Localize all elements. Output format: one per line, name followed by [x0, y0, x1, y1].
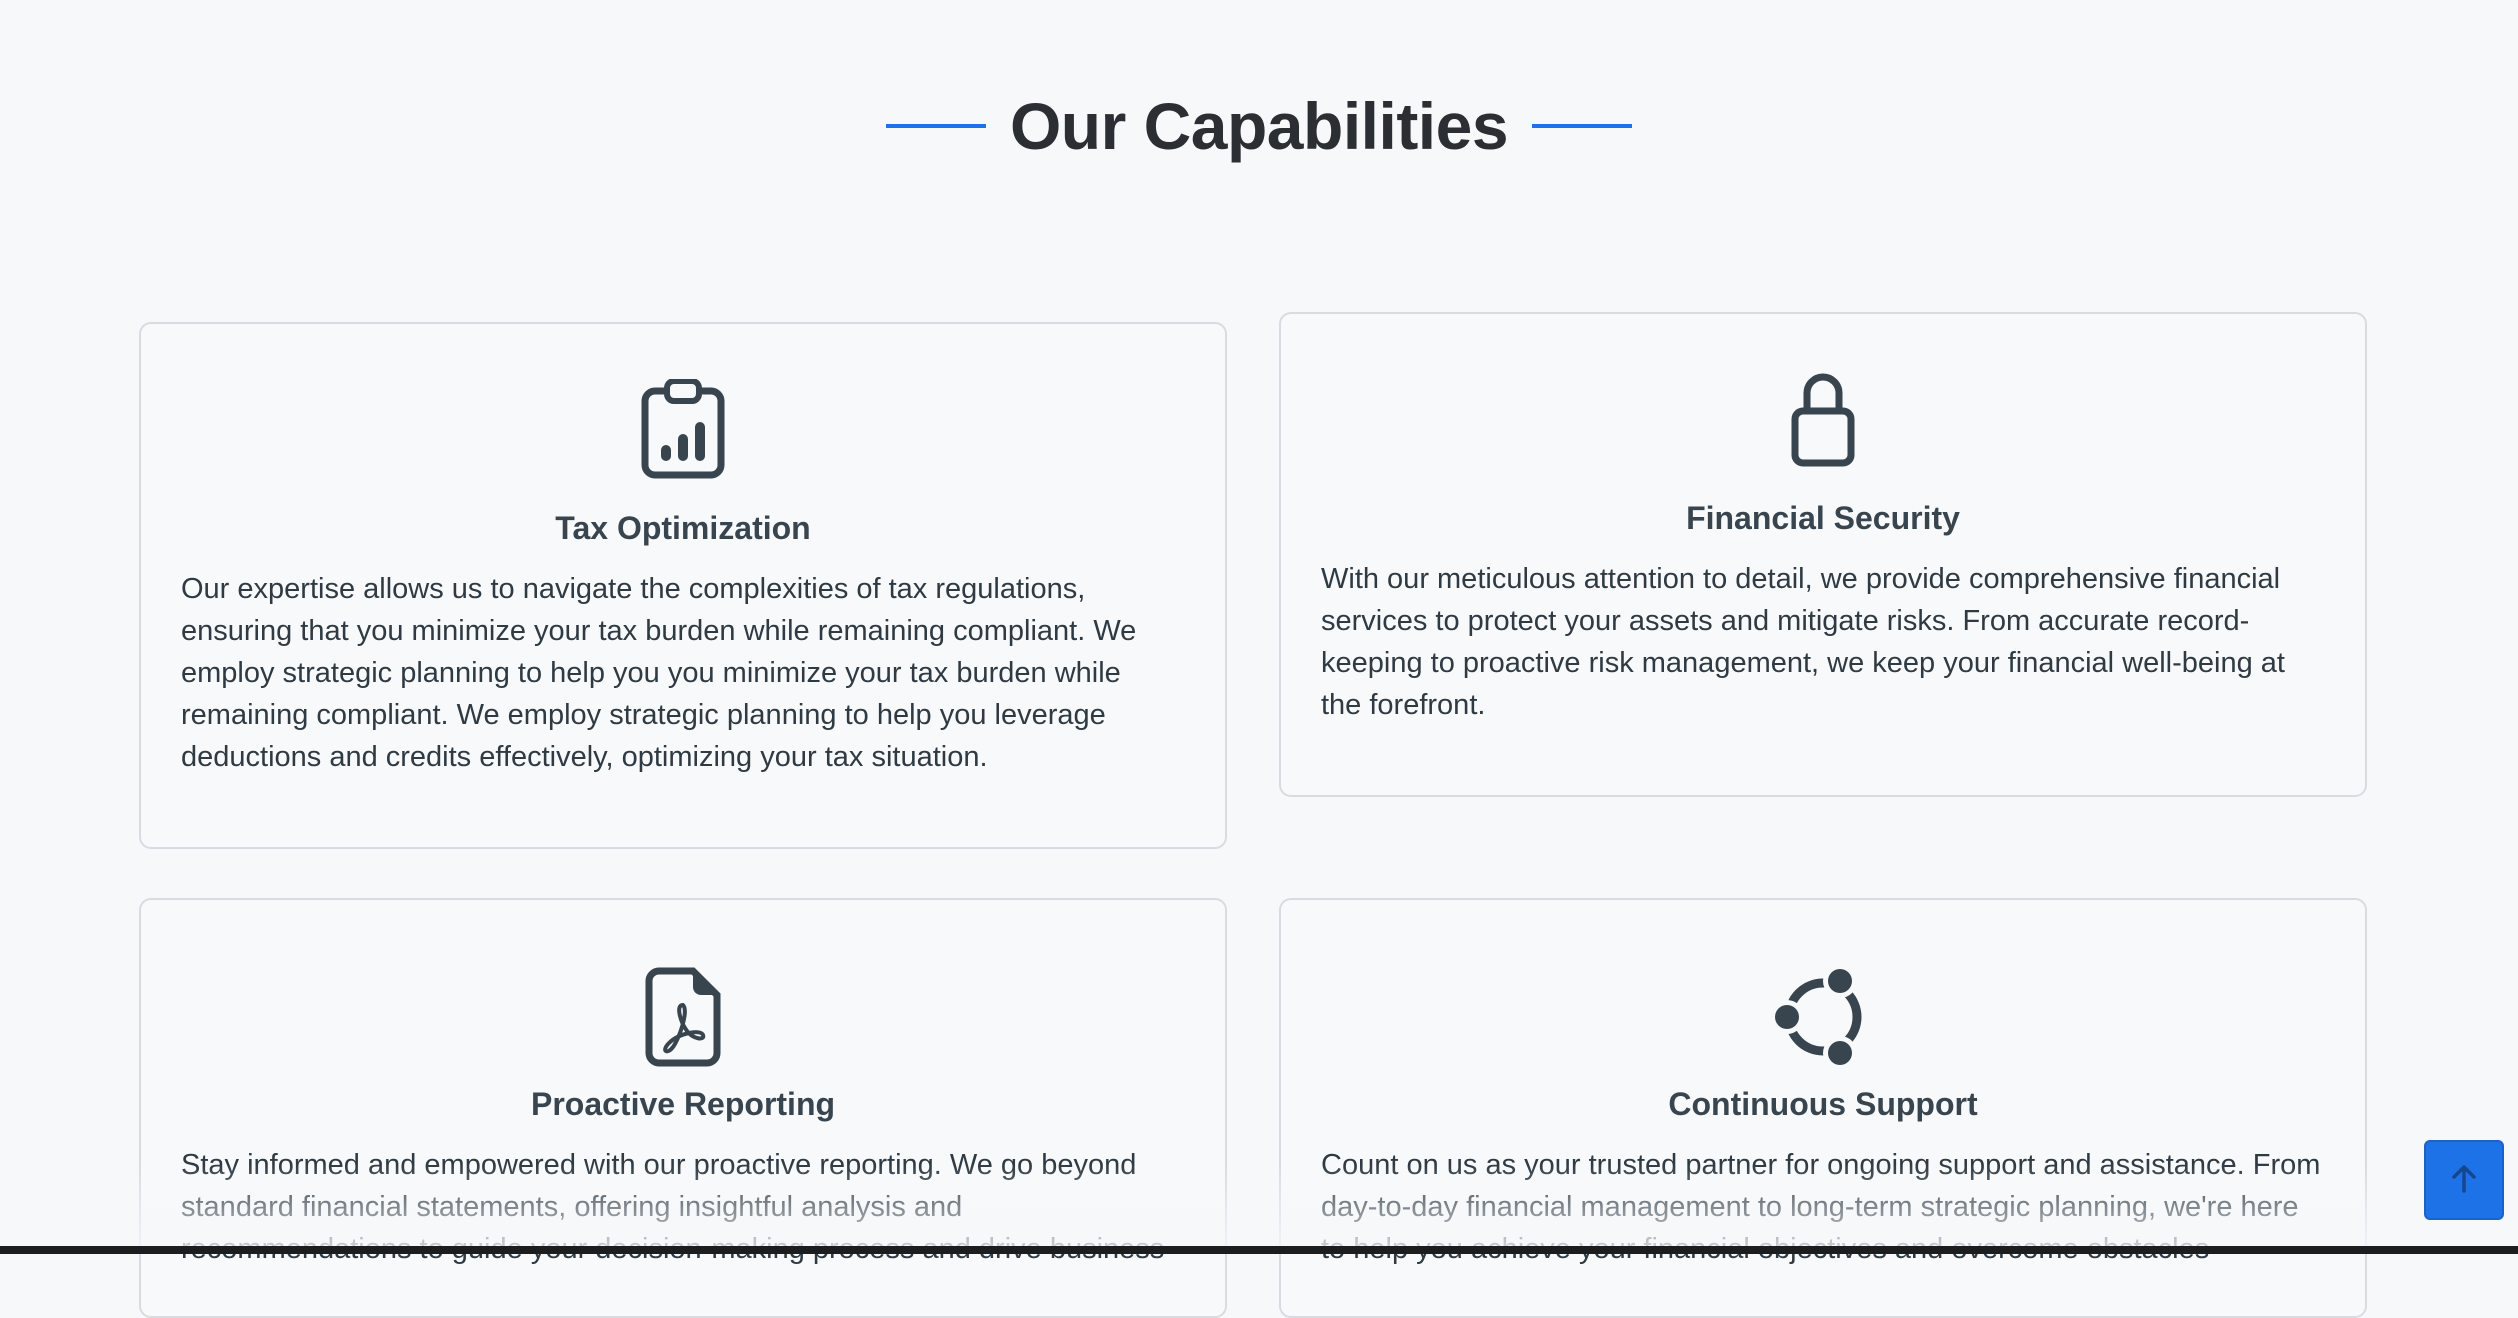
capability-card-tax-optimization: Tax Optimization Our expertise allows us… — [139, 322, 1227, 849]
lock-icon — [1768, 364, 1878, 474]
card-title: Proactive Reporting — [530, 1086, 836, 1122]
card-title: Tax Optimization — [555, 510, 811, 546]
card-title: Financial Security — [1686, 500, 1960, 536]
card-description: Our expertise allows us to navigate the … — [181, 573, 1137, 773]
pdf-file-icon — [628, 962, 738, 1072]
arrow-up-icon — [2450, 1163, 2478, 1198]
section-header: Our Capabilities — [0, 86, 2518, 166]
capability-card-proactive-reporting: Proactive Reporting Stay informed and em… — [139, 898, 1227, 1318]
section-title: Our Capabilities — [1009, 89, 1509, 163]
capability-card-continuous-support: Continuous Support Count on us as your t… — [1279, 898, 2367, 1318]
title-decoration-left — [885, 124, 986, 128]
card-description: With our meticulous attention to detail,… — [1321, 563, 2285, 721]
back-to-top-button[interactable] — [2424, 1140, 2504, 1220]
title-decoration-right — [1532, 124, 1633, 128]
capability-card-financial-security: Financial Security With our meticulous a… — [1279, 312, 2367, 797]
ubuntu-circle-icon — [1768, 962, 1878, 1072]
clipboard-chart-icon — [628, 374, 738, 484]
card-title: Continuous Support — [1668, 1086, 1978, 1122]
page-bottom-edge — [0, 1246, 2518, 1254]
